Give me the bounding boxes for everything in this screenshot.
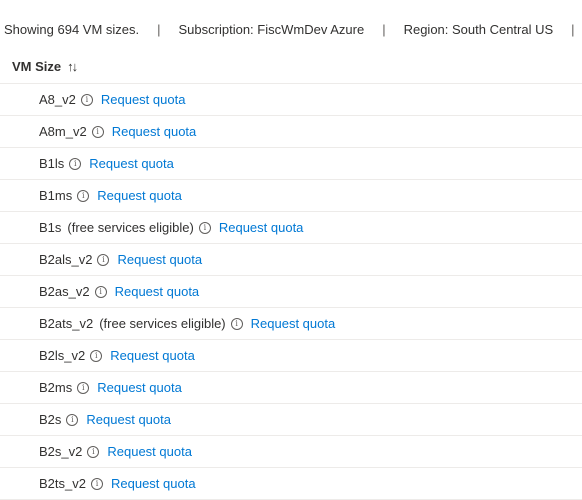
info-icon[interactable]: i: [87, 445, 100, 458]
separator: |: [382, 22, 386, 37]
table-row: A8m_v2 i Request quota: [0, 116, 582, 148]
vm-size-name: B1s: [39, 220, 62, 235]
vm-size-note: (free services eligible): [67, 220, 194, 235]
info-icon[interactable]: i: [97, 253, 110, 266]
request-quota-link[interactable]: Request quota: [89, 156, 174, 171]
table-row: B1ls i Request quota: [0, 148, 582, 180]
vm-size-name: B1ls: [39, 156, 65, 171]
table-row: B2ts_v2 i Request quota: [0, 468, 582, 500]
vm-size-column-header[interactable]: VM Size: [12, 59, 61, 74]
vm-size-name: B2ms: [39, 380, 73, 395]
vm-size-name: A8m_v2: [39, 124, 87, 139]
request-quota-link[interactable]: Request quota: [112, 124, 197, 139]
vm-count-text: Showing 694 VM sizes.: [4, 22, 140, 37]
request-quota-link[interactable]: Request quota: [111, 476, 196, 491]
separator: |: [571, 22, 575, 37]
table-row: B2ls_v2 i Request quota: [0, 340, 582, 372]
vm-size-name: A8_v2: [39, 92, 76, 107]
vm-size-name: B2ts_v2: [39, 476, 86, 491]
vm-size-name: B2s_v2: [39, 444, 83, 459]
info-icon[interactable]: i: [94, 285, 107, 298]
vm-size-name: B2as_v2: [39, 284, 90, 299]
vm-size-name: B1ms: [39, 188, 73, 203]
table-row: B2ms i Request quota: [0, 372, 582, 404]
table-row: B1ms i Request quota: [0, 180, 582, 212]
request-quota-link[interactable]: Request quota: [110, 348, 195, 363]
info-icon[interactable]: i: [230, 317, 243, 330]
table-row: B2als_v2 i Request quota: [0, 244, 582, 276]
vm-size-name: B2ls_v2: [39, 348, 86, 363]
table-header: VM Size ↑↓: [0, 50, 582, 84]
request-quota-link[interactable]: Request quota: [117, 252, 202, 267]
request-quota-link[interactable]: Request quota: [107, 444, 192, 459]
info-icon[interactable]: i: [90, 349, 103, 362]
info-icon[interactable]: i: [91, 125, 104, 138]
request-quota-link[interactable]: Request quota: [251, 316, 336, 331]
vm-size-name: B2als_v2: [39, 252, 93, 267]
request-quota-link[interactable]: Request quota: [86, 412, 171, 427]
request-quota-link[interactable]: Request quota: [97, 380, 182, 395]
table-row: A8_v2 i Request quota: [0, 84, 582, 116]
info-icon[interactable]: i: [77, 381, 90, 394]
separator: |: [157, 22, 161, 37]
request-quota-link[interactable]: Request quota: [219, 220, 304, 235]
info-icon[interactable]: i: [80, 93, 93, 106]
vm-size-name: B2ats_v2: [39, 316, 94, 331]
request-quota-link[interactable]: Request quota: [97, 188, 182, 203]
vm-size-list: A8_v2 i Request quota A8m_v2 i Request quota B…: [0, 84, 582, 500]
vm-size-note: (free services eligible): [99, 316, 226, 331]
table-row: B1s (free services eligible) i Request quot…: [0, 212, 582, 244]
table-row: B2as_v2 i Request quota: [0, 276, 582, 308]
table-row: B2s i Request quota: [0, 404, 582, 436]
table-row: B2ats_v2 (free services eligible) i Request…: [0, 308, 582, 340]
region-text: Region: South Central US: [403, 22, 554, 37]
sort-up-down-icon[interactable]: ↑↓: [67, 59, 78, 74]
table-row: B2s_v2 i Request quota: [0, 436, 582, 468]
request-quota-link[interactable]: Request quota: [101, 92, 186, 107]
request-quota-link[interactable]: Request quota: [115, 284, 200, 299]
info-icon[interactable]: i: [198, 221, 211, 234]
subscription-text: Subscription: FiscWmDev Azure: [178, 22, 365, 37]
info-icon[interactable]: i: [77, 189, 90, 202]
vm-size-name: B2s: [39, 412, 62, 427]
info-icon[interactable]: i: [90, 477, 103, 490]
info-icon[interactable]: i: [66, 413, 79, 426]
info-icon[interactable]: i: [69, 157, 82, 170]
